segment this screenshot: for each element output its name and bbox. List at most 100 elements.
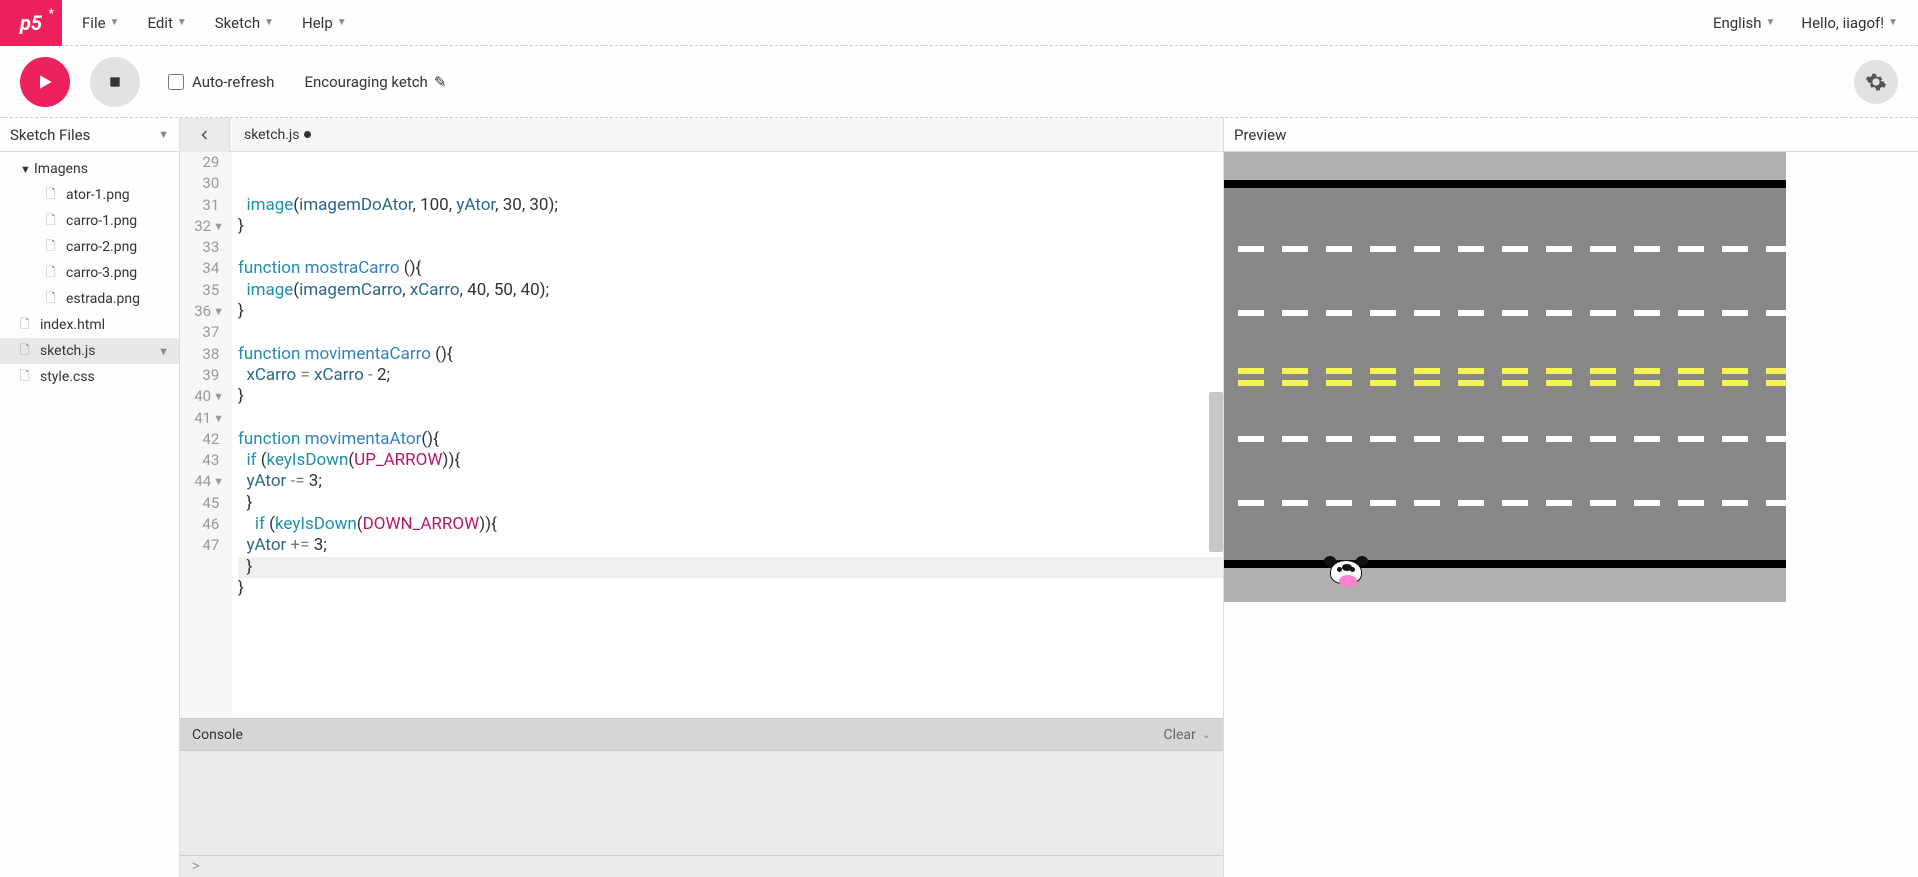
- sidebar-header[interactable]: Sketch Files ▼: [0, 118, 179, 152]
- file-label: carro-2.png: [66, 239, 137, 255]
- console-header: Console Clear ⌄: [180, 719, 1223, 751]
- file-label: estrada.png: [66, 291, 140, 307]
- code-line[interactable]: }: [238, 578, 1223, 599]
- file-icon: 🗋: [20, 341, 34, 362]
- menu-file[interactable]: File▼: [82, 14, 119, 32]
- auto-refresh-toggle[interactable]: Auto-refresh: [168, 73, 274, 91]
- file-icon: 🗋: [46, 237, 60, 258]
- preview-title: Preview: [1234, 126, 1286, 144]
- file-item[interactable]: 🗋 sketch.js ▼: [0, 338, 179, 364]
- tab-label: sketch.js: [244, 127, 300, 143]
- code-line[interactable]: function movimentaAtor(){: [238, 429, 1223, 450]
- sidebar: Sketch Files ▼ ▼ Imagens 🗋 ator-1.png 🗋 car…: [0, 118, 180, 877]
- code-line[interactable]: }: [238, 493, 1223, 514]
- collapse-sidebar-button[interactable]: [180, 118, 230, 152]
- console-prompt[interactable]: >: [180, 855, 1223, 877]
- file-item[interactable]: 🗋 carro-3.png: [0, 260, 179, 286]
- code-line[interactable]: yAtor -= 3;: [238, 471, 1223, 492]
- file-icon: 🗋: [46, 263, 60, 284]
- chevron-down-icon: ▼: [264, 17, 274, 28]
- file-label: carro-1.png: [66, 213, 137, 229]
- file-icon: 🗋: [20, 367, 34, 388]
- menu-items: File▼ Edit▼ Sketch▼ Help▼: [82, 14, 347, 32]
- preview-area: Preview: [1224, 118, 1918, 877]
- language-selector[interactable]: English▼: [1713, 14, 1775, 32]
- file-item[interactable]: 🗋 estrada.png: [0, 286, 179, 312]
- sketch-name-text: Encouraging ketch: [304, 73, 427, 91]
- logo-star-icon: *: [49, 6, 54, 20]
- actor-cow: [1328, 560, 1364, 592]
- file-icon: 🗋: [20, 315, 34, 336]
- file-label: carro-3.png: [66, 265, 137, 281]
- file-tree: ▼ Imagens 🗋 ator-1.png 🗋 carro-1.png 🗋 carro-…: [0, 152, 179, 390]
- user-menu[interactable]: Hello, iiagof!▼: [1801, 14, 1898, 32]
- file-item[interactable]: 🗋 carro-2.png: [0, 234, 179, 260]
- file-item[interactable]: 🗋 index.html: [0, 312, 179, 338]
- file-item[interactable]: 🗋 style.css: [0, 364, 179, 390]
- chevron-down-icon: ▼: [1765, 17, 1775, 28]
- code-line[interactable]: [238, 322, 1223, 343]
- file-icon: 🗋: [46, 211, 60, 232]
- tab-sketch-js[interactable]: sketch.js: [230, 127, 325, 143]
- menu-help[interactable]: Help▼: [302, 14, 347, 32]
- folder-collapse-icon: ▼: [20, 163, 30, 176]
- file-label: style.css: [40, 369, 95, 385]
- code-line[interactable]: xCarro = xCarro - 2;: [238, 365, 1223, 386]
- file-icon: 🗋: [46, 289, 60, 310]
- sketch-name[interactable]: Encouraging ketch ✎: [304, 73, 446, 91]
- logo-text: p5: [20, 11, 42, 35]
- settings-button[interactable]: [1854, 60, 1898, 104]
- menu-sketch[interactable]: Sketch▼: [215, 14, 274, 32]
- chevron-down-icon: ▼: [1888, 17, 1898, 28]
- code-lines[interactable]: image(imagemDoAtor, 100, yAtor, 30, 30);…: [232, 152, 1223, 718]
- console: Console Clear ⌄ >: [180, 718, 1223, 877]
- preview-header: Preview: [1224, 118, 1918, 152]
- editor-scrollbar[interactable]: [1209, 392, 1223, 552]
- code-line[interactable]: image(imagemDoAtor, 100, yAtor, 30, 30);: [238, 195, 1223, 216]
- file-label: sketch.js: [40, 343, 96, 359]
- sketch-canvas: [1224, 152, 1786, 602]
- file-label: index.html: [40, 317, 105, 333]
- line-gutter: 29 30 31 32▼33 34 35 36▼37 38 39 40▼41▼4…: [180, 152, 232, 718]
- folder-imagens[interactable]: ▼ Imagens: [0, 156, 179, 182]
- play-icon: [35, 72, 55, 92]
- folder-label: Imagens: [34, 161, 88, 177]
- file-item[interactable]: 🗋 carro-1.png: [0, 208, 179, 234]
- chevron-down-icon: ▼: [158, 345, 169, 358]
- gear-icon: [1865, 71, 1887, 93]
- code-editor[interactable]: 29 30 31 32▼33 34 35 36▼37 38 39 40▼41▼4…: [180, 152, 1223, 718]
- main: Sketch Files ▼ ▼ Imagens 🗋 ator-1.png 🗋 car…: [0, 118, 1918, 877]
- stop-icon: [107, 74, 123, 90]
- play-button[interactable]: [20, 57, 70, 107]
- preview-canvas: [1224, 152, 1918, 877]
- auto-refresh-label: Auto-refresh: [192, 73, 274, 91]
- pencil-icon: ✎: [434, 73, 447, 91]
- code-line[interactable]: }: [238, 386, 1223, 407]
- chevron-down-icon: ▼: [110, 17, 120, 28]
- code-line[interactable]: [238, 408, 1223, 429]
- file-icon: 🗋: [46, 185, 60, 206]
- file-label: ator-1.png: [66, 187, 130, 203]
- unsaved-dot-icon: [304, 131, 311, 138]
- code-line[interactable]: function movimentaCarro (){: [238, 344, 1223, 365]
- code-line[interactable]: image(imagemCarro, xCarro, 40, 50, 40);: [238, 280, 1223, 301]
- stop-button[interactable]: [90, 57, 140, 107]
- chevron-left-icon: [199, 129, 211, 141]
- code-line[interactable]: }: [238, 216, 1223, 237]
- code-line[interactable]: }: [238, 557, 1223, 578]
- code-line[interactable]: }: [238, 301, 1223, 322]
- chevron-down-icon: ⌄: [1202, 728, 1211, 741]
- code-line[interactable]: [238, 237, 1223, 258]
- auto-refresh-checkbox[interactable]: [168, 74, 184, 90]
- code-line[interactable]: function mostraCarro (){: [238, 258, 1223, 279]
- console-body[interactable]: >: [180, 751, 1223, 877]
- toolbar: Auto-refresh Encouraging ketch ✎: [0, 46, 1918, 118]
- menu-edit[interactable]: Edit▼: [147, 14, 186, 32]
- console-clear-button[interactable]: Clear ⌄: [1163, 727, 1211, 743]
- console-title: Console: [192, 727, 243, 743]
- logo[interactable]: p5 *: [0, 0, 62, 46]
- code-line[interactable]: yAtor += 3;: [238, 535, 1223, 556]
- code-line[interactable]: if (keyIsDown(DOWN_ARROW)){: [238, 514, 1223, 535]
- file-item[interactable]: 🗋 ator-1.png: [0, 182, 179, 208]
- code-line[interactable]: if (keyIsDown(UP_ARROW)){: [238, 450, 1223, 471]
